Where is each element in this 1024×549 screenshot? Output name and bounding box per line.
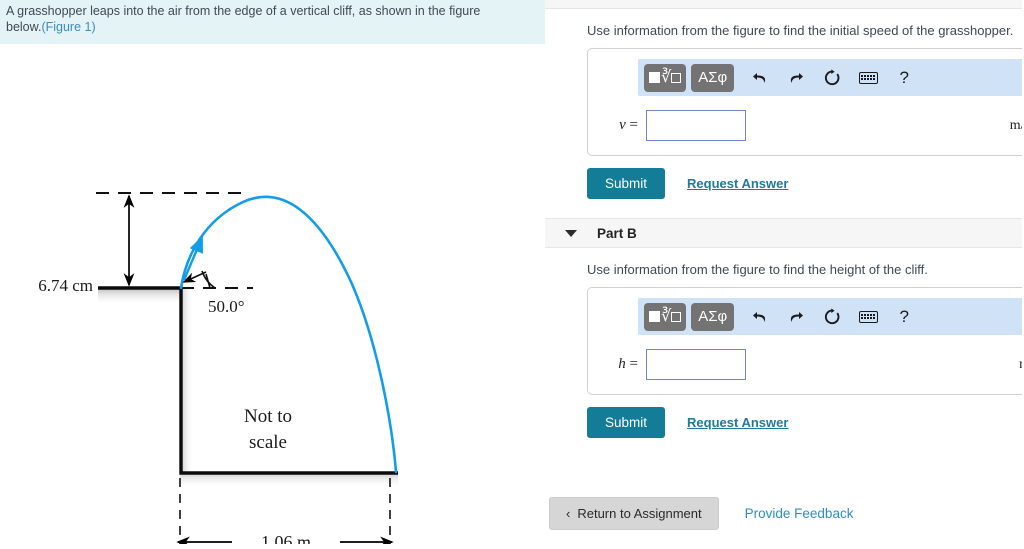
part-a-submit-button[interactable]: Submit	[587, 168, 666, 199]
part-a-math-toolbar: ∛ ΑΣφ ?	[638, 59, 1022, 96]
figure-panel: A grasshopper leaps into the air from th…	[0, 0, 548, 549]
figure-1-link[interactable]: (Figure 1)	[41, 20, 95, 34]
undo-icon[interactable]	[745, 64, 775, 92]
return-to-assignment-button[interactable]: ‹ Return to Assignment	[549, 497, 719, 530]
reset-icon[interactable]	[817, 64, 847, 92]
part-b-answer-box: ∛ ΑΣφ ? h =	[587, 287, 1022, 395]
part-a-header[interactable]	[545, 0, 1022, 9]
part-b-actions: Submit Request Answer	[587, 407, 1022, 438]
figure-diagram: 6.74 cm 50.0° Not to scale 1.06 m	[0, 44, 545, 549]
undo-icon[interactable]	[745, 303, 775, 331]
part-b-answer-input[interactable]	[646, 349, 746, 380]
return-to-assignment-label: Return to Assignment	[577, 506, 702, 521]
part-a-actions: Submit Request Answer	[587, 168, 1022, 199]
part-a-answer-box: ∛ ΑΣφ ? v = m	[587, 48, 1022, 156]
part-b-prompt: Use information from the figure to find …	[587, 262, 928, 277]
part-a-answer-input[interactable]	[646, 110, 746, 141]
help-icon[interactable]: ?	[889, 303, 919, 331]
part-b-answer-row: h = m	[588, 349, 1022, 380]
redo-icon[interactable]	[781, 303, 811, 331]
part-b-header[interactable]: Part B	[545, 218, 1022, 248]
part-a-variable-label: v =	[619, 117, 638, 133]
greek-symbols-button[interactable]: ΑΣφ	[691, 302, 735, 331]
cliff-trajectory-svg: 6.74 cm 50.0° Not to scale 1.06 m	[38, 192, 398, 549]
part-b-request-answer-link[interactable]: Request Answer	[687, 415, 788, 430]
greek-symbols-button[interactable]: ΑΣφ	[691, 63, 735, 92]
keyboard-icon[interactable]	[853, 64, 883, 92]
distance-dimension-label: 1.06 m	[261, 532, 311, 544]
chevron-down-icon[interactable]	[565, 229, 577, 237]
not-to-scale-note: Not to	[244, 406, 292, 427]
problem-page: A grasshopper leaps into the air from th…	[0, 0, 1024, 549]
part-b-variable-label: h =	[618, 356, 638, 372]
radical-template-icon: ∛	[649, 308, 682, 325]
math-template-button[interactable]: ∛	[644, 302, 687, 331]
page-footer: ‹ Return to Assignment Provide Feedback	[545, 497, 1022, 530]
reset-icon[interactable]	[817, 303, 847, 331]
chevron-left-icon: ‹	[566, 506, 571, 521]
svg-text:scale: scale	[249, 432, 287, 453]
problem-panel: Use information from the figure to find …	[545, 0, 1022, 544]
provide-feedback-link[interactable]: Provide Feedback	[745, 506, 854, 521]
part-a-prompt: Use information from the figure to find …	[587, 23, 1014, 38]
radical-template-icon: ∛	[649, 69, 682, 86]
angle-label: 50.0°	[208, 297, 245, 316]
help-icon[interactable]: ?	[889, 64, 919, 92]
trajectory-path	[179, 195, 398, 474]
part-b-submit-button[interactable]: Submit	[587, 407, 666, 438]
height-dimension-label: 6.74 cm	[38, 276, 93, 295]
part-b-title: Part B	[597, 225, 637, 241]
keyboard-icon[interactable]	[853, 303, 883, 331]
part-a-answer-row: v = m/s	[588, 110, 1022, 141]
part-a-unit: m/s	[1009, 117, 1022, 133]
part-b-math-toolbar: ∛ ΑΣφ ?	[638, 298, 1022, 335]
redo-icon[interactable]	[781, 64, 811, 92]
figure-caption: A grasshopper leaps into the air from th…	[6, 3, 506, 35]
part-b-unit: m	[1019, 357, 1022, 373]
math-template-button[interactable]: ∛	[644, 63, 687, 92]
part-a-request-answer-link[interactable]: Request Answer	[687, 176, 788, 191]
